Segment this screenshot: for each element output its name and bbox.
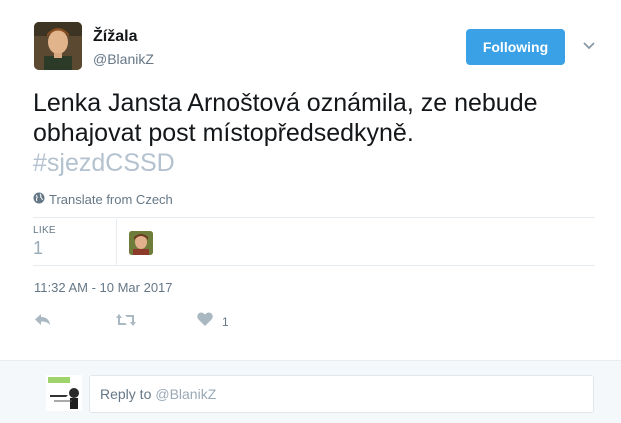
- following-button[interactable]: Following: [466, 29, 565, 65]
- author-avatar[interactable]: [34, 22, 82, 70]
- divider: [33, 217, 595, 218]
- author-handle[interactable]: @BlanikZ: [93, 51, 154, 67]
- retweet-action[interactable]: [115, 310, 137, 335]
- tweet-text-line1: Lenka Jansta Arnoštová oznámila, ze nebu…: [33, 89, 538, 117]
- author-name[interactable]: Žížala: [93, 28, 137, 46]
- tweet-stats: LIKE 1: [33, 219, 595, 265]
- retweet-icon: [115, 310, 137, 335]
- reply-prefix: Reply to: [100, 386, 152, 402]
- heart-icon: [196, 310, 214, 333]
- divider: [33, 265, 595, 266]
- reply-icon: [33, 310, 53, 335]
- like-stat-label: LIKE: [33, 225, 56, 236]
- reply-mention: @BlanikZ: [155, 386, 217, 402]
- hashtag-link[interactable]: #sjezdCSSD: [33, 148, 593, 178]
- liker-avatar[interactable]: [129, 231, 153, 255]
- like-action[interactable]: 1: [196, 310, 229, 333]
- translate-label: Translate from Czech: [49, 192, 173, 207]
- like-stat-count: 1: [33, 238, 44, 258]
- globe-icon: [33, 192, 45, 207]
- reply-input[interactable]: Reply to @BlanikZ: [89, 375, 594, 413]
- like-action-count: 1: [222, 314, 229, 329]
- current-user-avatar: [46, 375, 82, 411]
- reply-action[interactable]: [33, 310, 53, 335]
- like-stat[interactable]: LIKE 1: [33, 225, 117, 259]
- tweet-text: Lenka Jansta Arnoštová oznámila, ze nebu…: [33, 88, 593, 178]
- stats-divider: [116, 219, 117, 265]
- tweet-timestamp[interactable]: 11:32 AM - 10 Mar 2017: [34, 280, 173, 295]
- chevron-down-icon[interactable]: [581, 38, 597, 54]
- tweet-text-line2: obhajovat post místopředsedkyně.: [33, 119, 414, 147]
- translate-link[interactable]: Translate from Czech: [33, 192, 173, 207]
